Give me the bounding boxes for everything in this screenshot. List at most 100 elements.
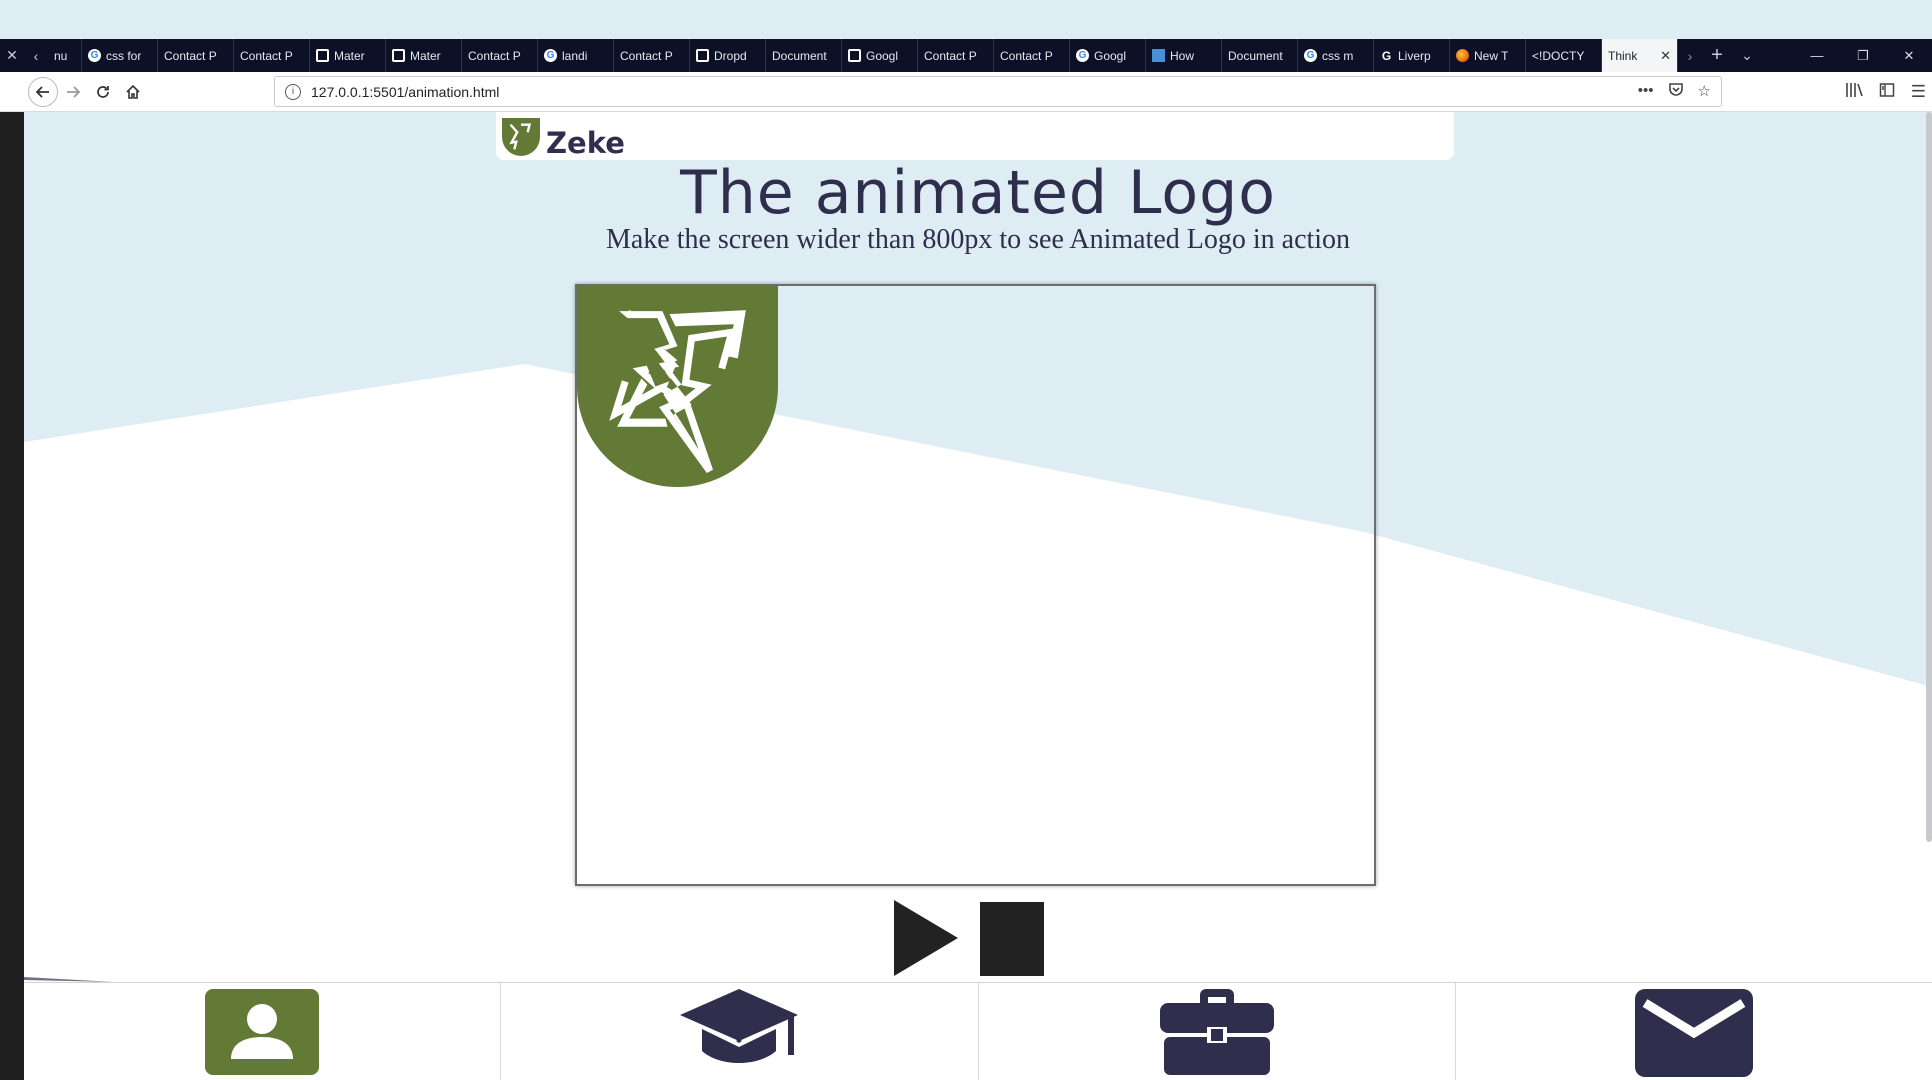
new-tab-button[interactable]: +: [1702, 39, 1732, 72]
bottom-navigation: [24, 982, 1932, 1080]
browser-tab[interactable]: Contact P: [994, 39, 1070, 72]
address-bar[interactable]: i 127.0.0.1:5501/animation.html ••• ☆: [274, 76, 1722, 107]
page-viewport: Zeke The animated Logo Make the screen w…: [24, 112, 1932, 1080]
arrow-right-icon: [67, 85, 81, 98]
tab-list: nu Gcss for Contact P Contact P Mater Mater Co…: [48, 39, 1678, 72]
tab-close-icon[interactable]: ✕: [1660, 48, 1671, 64]
browser-tab[interactable]: Contact P: [918, 39, 994, 72]
reload-button[interactable]: [88, 77, 118, 107]
google-icon: G: [88, 49, 101, 62]
tab-title: Contact P: [164, 48, 217, 63]
tab-title: Contact P: [924, 48, 977, 63]
tab-title: How: [1170, 48, 1195, 63]
browser-tab[interactable]: Mater: [310, 39, 386, 72]
restore-icon[interactable]: ❐: [1840, 39, 1886, 72]
tab-strip: ✕ ‹ nu Gcss for Contact P Contact P Mater Mat…: [0, 39, 1932, 72]
tab-title: Mater: [410, 48, 441, 63]
close-window-icon[interactable]: ✕: [0, 39, 24, 72]
forward-button[interactable]: [58, 77, 88, 107]
browser-tab[interactable]: Gcss m: [1298, 39, 1374, 72]
desktop-background-strip: [0, 0, 1932, 39]
tab-title: Document: [772, 48, 827, 63]
tab-title: Contact P: [240, 48, 293, 63]
arrow-left-icon: [35, 85, 49, 98]
browser-tab[interactable]: Contact P: [234, 39, 310, 72]
google-icon: G: [1304, 49, 1317, 62]
browser-tab[interactable]: G Googl: [1070, 39, 1146, 72]
zeke-logo-icon[interactable]: [502, 118, 540, 156]
g-icon: G: [1381, 48, 1392, 63]
pocket-icon[interactable]: [1668, 82, 1684, 101]
home-button[interactable]: [118, 77, 148, 107]
scroll-tabs-right-button[interactable]: ›: [1678, 39, 1702, 72]
browser-tab[interactable]: New T: [1450, 39, 1526, 72]
tab-title: Contact P: [1000, 48, 1053, 63]
left-dark-panel: [0, 72, 24, 1080]
nav-about-button[interactable]: [24, 983, 502, 1080]
nav-work-button[interactable]: [979, 983, 1456, 1080]
page-actions-icon[interactable]: •••: [1638, 82, 1654, 101]
animation-controls: [894, 900, 1044, 976]
firefox-icon: [1456, 49, 1469, 62]
minimize-icon[interactable]: —: [1794, 39, 1840, 72]
tab-title: landi: [562, 48, 588, 63]
browser-tab[interactable]: Contact P: [158, 39, 234, 72]
envelope-icon: [1634, 989, 1753, 1077]
play-icon: [894, 900, 958, 976]
nav-education-button[interactable]: [501, 983, 979, 1080]
tab-title: Contact P: [620, 48, 673, 63]
tab-title: Contact P: [468, 48, 521, 63]
page-subtitle: Make the screen wider than 800px to see …: [605, 224, 1351, 255]
browser-tab[interactable]: Document: [1222, 39, 1298, 72]
person-icon: [205, 989, 320, 1075]
tab-title: Googl: [866, 48, 899, 63]
browser-tab[interactable]: Contact P: [614, 39, 690, 72]
tab-title: Googl: [1094, 48, 1127, 63]
tab-title: <!DOCTY: [1532, 48, 1585, 63]
browser-tab[interactable]: Glandi: [538, 39, 614, 72]
site-info-icon[interactable]: i: [285, 83, 301, 100]
brand-name[interactable]: Zeke: [546, 126, 625, 160]
close-icon[interactable]: ✕: [1886, 39, 1932, 72]
browser-tab[interactable]: G Liverp: [1374, 39, 1450, 72]
google-icon: G: [544, 49, 557, 62]
tab-title: Document: [1228, 48, 1283, 63]
tab-title: Dropd: [714, 48, 747, 63]
site-header: [496, 112, 1454, 160]
google-icon: G: [1076, 49, 1089, 62]
tab-active[interactable]: Think ✕: [1602, 39, 1678, 72]
browser-tab[interactable]: <!DOCTY: [1526, 39, 1602, 72]
reload-icon: [97, 85, 109, 98]
page-title: The animated Logo: [680, 158, 1276, 228]
home-icon: [126, 84, 140, 99]
sidebar-toggle-icon[interactable]: [1879, 82, 1895, 102]
stop-button[interactable]: [980, 902, 1044, 976]
bookmark-star-icon[interactable]: ☆: [1698, 82, 1711, 101]
browser-tab[interactable]: How: [1146, 39, 1222, 72]
tab-title: Think: [1608, 48, 1638, 63]
codepen-icon: [316, 49, 329, 62]
browser-tab[interactable]: Document: [766, 39, 842, 72]
browser-tab[interactable]: Gcss for: [82, 39, 158, 72]
animated-logo-icon: [577, 286, 778, 487]
animation-stage: [575, 284, 1376, 886]
scroll-tabs-left-button[interactable]: ‹: [24, 39, 48, 72]
play-button[interactable]: [894, 900, 958, 976]
navigation-toolbar: i 127.0.0.1:5501/animation.html ••• ☆ ☰: [0, 72, 1932, 112]
tab-title: New T: [1474, 48, 1509, 63]
list-all-tabs-button[interactable]: ⌄: [1732, 39, 1762, 72]
tab-title: Mater: [334, 48, 365, 63]
back-button[interactable]: [28, 76, 58, 107]
nav-contact-button[interactable]: [1456, 983, 1932, 1080]
tab-title: css m: [1322, 48, 1354, 63]
browser-tab[interactable]: nu: [48, 39, 82, 72]
url-text[interactable]: 127.0.0.1:5501/animation.html: [311, 84, 499, 100]
tab-title: nu: [54, 48, 68, 63]
menu-icon[interactable]: ☰: [1911, 82, 1926, 102]
browser-tab[interactable]: Googl: [842, 39, 918, 72]
browser-tab[interactable]: Contact P: [462, 39, 538, 72]
library-icon[interactable]: [1845, 82, 1863, 102]
codepen-icon: [696, 49, 709, 62]
browser-tab[interactable]: Dropd: [690, 39, 766, 72]
browser-tab[interactable]: Mater: [386, 39, 462, 72]
